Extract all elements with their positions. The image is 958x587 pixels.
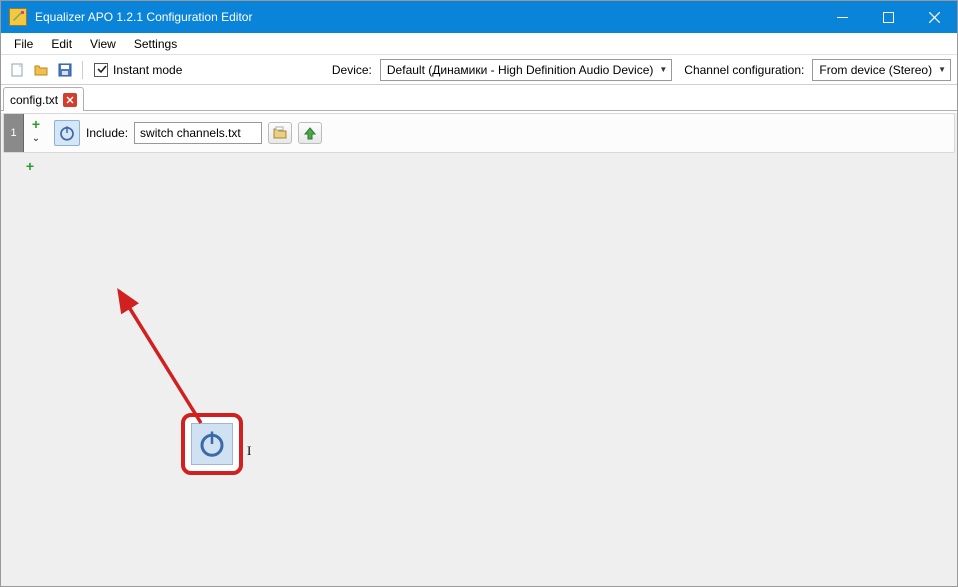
- chevron-down-icon: ▼: [659, 65, 667, 74]
- tabbar: config.txt: [1, 85, 957, 111]
- instant-mode-checkbox-wrap[interactable]: Instant mode: [94, 63, 182, 77]
- tab-close-button[interactable]: [63, 93, 77, 107]
- editor-row: 1 + ⌄ Include:: [3, 113, 955, 153]
- menu-edit[interactable]: Edit: [42, 35, 81, 53]
- editor-area: 1 + ⌄ Include: +: [1, 113, 957, 587]
- text-cursor-icon: I: [247, 443, 251, 459]
- new-file-icon[interactable]: [7, 60, 27, 80]
- tab-label: config.txt: [10, 93, 58, 107]
- channel-cfg-dropdown[interactable]: From device (Stereo) ▼: [812, 59, 951, 81]
- channel-cfg-label: Channel configuration:: [684, 63, 804, 77]
- annotation-callout: [181, 413, 243, 475]
- power-toggle-button[interactable]: [54, 120, 80, 146]
- power-icon-zoom: [191, 423, 233, 465]
- window-title: Equalizer APO 1.2.1 Configuration Editor: [35, 10, 819, 24]
- maximize-button[interactable]: [865, 1, 911, 33]
- include-path-input[interactable]: [134, 122, 262, 144]
- save-icon[interactable]: [55, 60, 75, 80]
- device-label: Device:: [332, 63, 372, 77]
- menu-settings[interactable]: Settings: [125, 35, 186, 53]
- chevron-down-icon: ▼: [938, 65, 946, 74]
- open-folder-icon[interactable]: [31, 60, 51, 80]
- device-dropdown[interactable]: Default (Динамики - High Definition Audi…: [380, 59, 672, 81]
- minimize-button[interactable]: [819, 1, 865, 33]
- device-value: Default (Динамики - High Definition Audi…: [387, 63, 653, 77]
- row-number: 1: [4, 114, 24, 152]
- menu-view[interactable]: View: [81, 35, 125, 53]
- up-level-button[interactable]: [298, 122, 322, 144]
- include-label: Include:: [86, 126, 128, 140]
- add-row-button-2[interactable]: +: [23, 159, 37, 173]
- instant-mode-label: Instant mode: [113, 63, 182, 77]
- titlebar: Equalizer APO 1.2.1 Configuration Editor: [1, 1, 957, 33]
- expand-row-icon[interactable]: ⌄: [32, 133, 40, 144]
- app-icon: [9, 8, 27, 26]
- add-row-button[interactable]: +: [29, 117, 43, 131]
- channel-cfg-value: From device (Stereo): [819, 63, 932, 77]
- toolbar-separator: [82, 61, 83, 79]
- close-button[interactable]: [911, 1, 957, 33]
- menubar: File Edit View Settings: [1, 33, 957, 55]
- toolbar: Instant mode Device: Default (Динамики -…: [1, 55, 957, 85]
- menu-file[interactable]: File: [5, 35, 42, 53]
- open-include-file-button[interactable]: [268, 122, 292, 144]
- instant-mode-checkbox[interactable]: [94, 63, 108, 77]
- tab-config[interactable]: config.txt: [3, 87, 84, 111]
